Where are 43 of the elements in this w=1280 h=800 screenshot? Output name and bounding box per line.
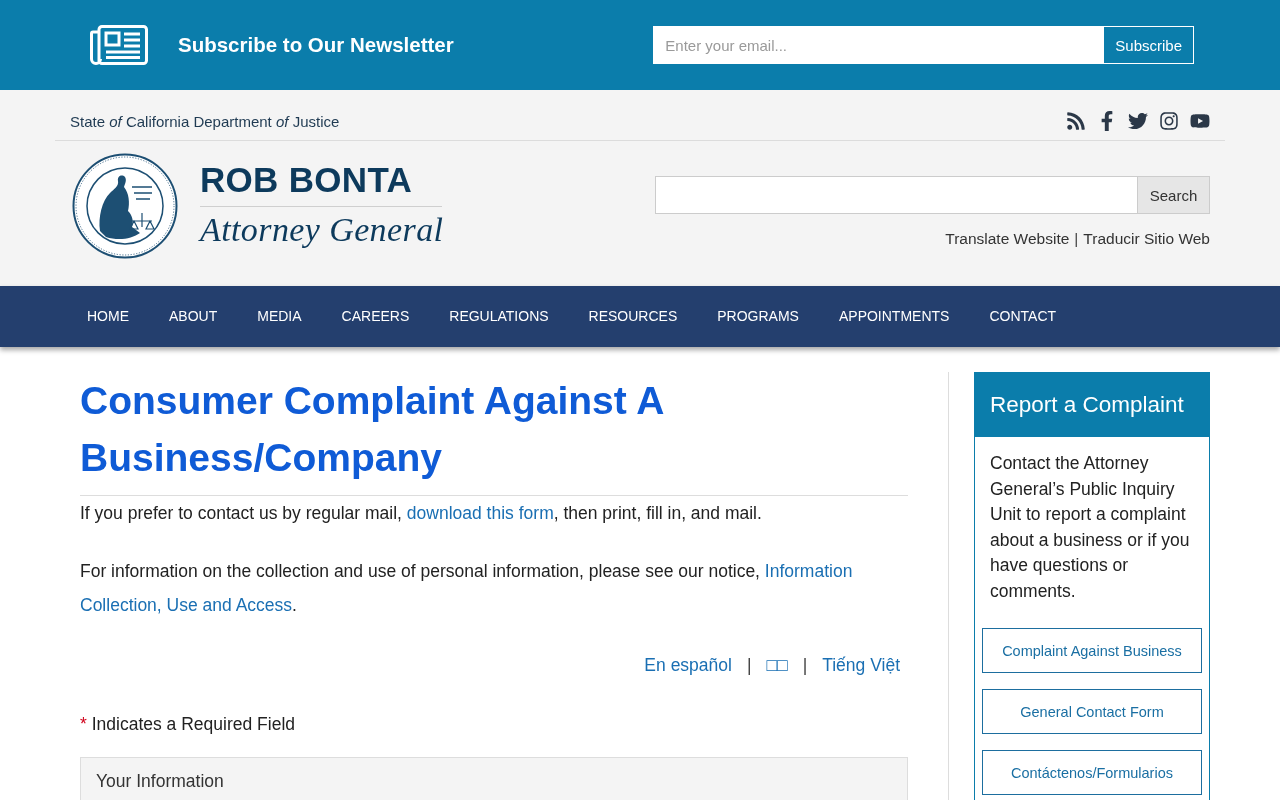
required-note: * Indicates a Required Field [80, 713, 296, 736]
translate-link[interactable]: Traducir Sitio Web [1083, 229, 1210, 249]
nav-link[interactable]: ABOUT [149, 286, 238, 347]
text-link[interactable]: Collection, Use and Access [80, 595, 293, 615]
language-link[interactable]: En español [644, 648, 732, 682]
search-field[interactable] [655, 176, 1138, 214]
sidebar-button[interactable]: Complaint Against Business [982, 628, 1202, 673]
nav-link[interactable]: HOME [67, 286, 149, 347]
language-link[interactable]: □□ [766, 648, 788, 682]
sidebar-button[interactable]: General Contact Form [982, 689, 1202, 734]
info-paragraph: For information on the collection and use of personal information, please see our notice, Information Collection, Use and Access. [80, 560, 854, 617]
official-title: Attorney General [200, 210, 444, 250]
page-heading: Consumer Complaint Against A Business/Company [80, 372, 908, 496]
info-paragraph: If you prefer to contact us by regular mail, download this form, then print, fill in, and mail. [80, 502, 763, 525]
text-link[interactable]: Information [764, 561, 853, 581]
search-button[interactable]: Search [1138, 176, 1210, 214]
twitter-icon[interactable] [1128, 111, 1148, 131]
section-title: Your Information [96, 771, 224, 791]
youtube-icon[interactable] [1190, 111, 1210, 131]
agency-name: State of California Department of Justice [70, 112, 340, 130]
language-link[interactable]: Tiếng Việt [822, 648, 900, 682]
email-field[interactable]: Enter your email... [653, 26, 1104, 64]
translate-link[interactable]: Translate Website [945, 229, 1070, 249]
official-name: ROB BONTA [200, 160, 413, 200]
sidebar-text: Contact the Attorney General’s Public Inquiry Unit to report a complaint about a business or if you have questions or comments. [989, 452, 1191, 603]
nav-link[interactable]: APPOINTMENTS [818, 286, 970, 347]
newspaper-icon [90, 25, 148, 65]
nav-link[interactable]: CONTACT [969, 286, 1077, 347]
newsletter-title: Subscribe to Our Newsletter [178, 33, 454, 57]
text-link[interactable]: download this form [406, 503, 554, 523]
rss-icon[interactable] [1066, 111, 1086, 131]
nav-link[interactable]: MEDIA [237, 286, 322, 347]
instagram-icon[interactable] [1159, 111, 1179, 131]
subscribe-button[interactable]: Subscribe [1103, 26, 1194, 64]
nav-link[interactable]: CAREERS [321, 286, 430, 347]
sidebar-button[interactable]: Contáctenos/Formularios [982, 750, 1202, 795]
nav-link[interactable]: PROGRAMS [697, 286, 819, 347]
sidebar-title: Report a Complaint [974, 372, 1210, 437]
nav-link[interactable]: RESOURCES [568, 286, 698, 347]
separator: | [1074, 229, 1079, 249]
separator: | [802, 654, 808, 677]
nav-link[interactable]: REGULATIONS [429, 286, 569, 347]
separator: | [746, 654, 752, 677]
